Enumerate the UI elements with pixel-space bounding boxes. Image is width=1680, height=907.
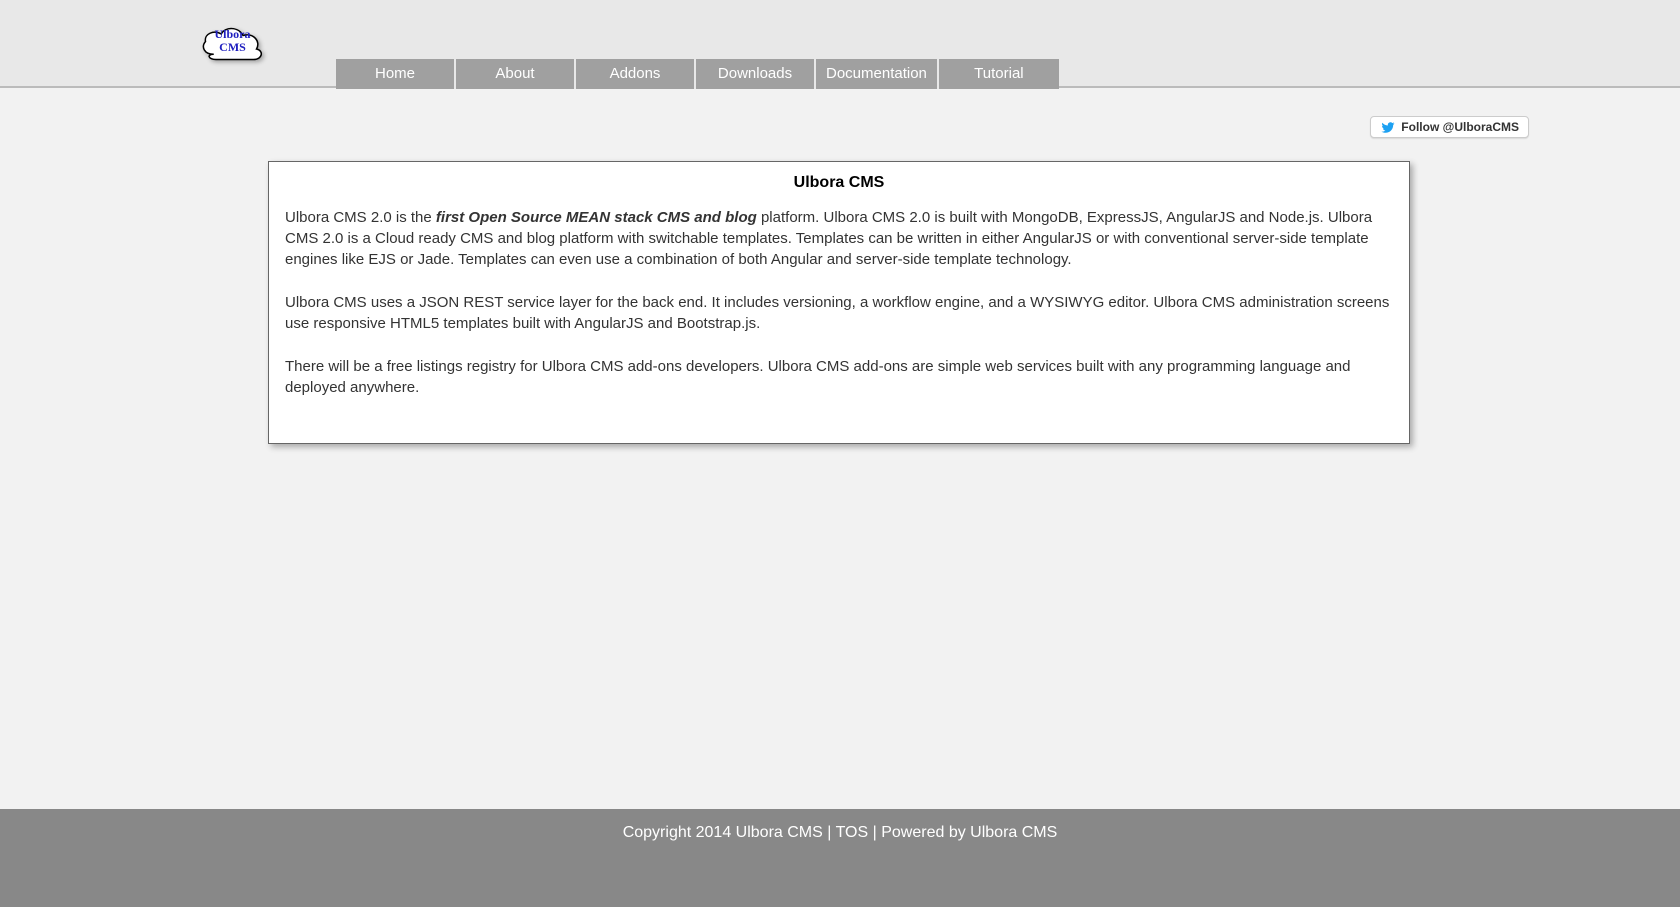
footer: Copyright 2014 Ulbora CMS | TOS | Powere… (0, 809, 1680, 907)
content-panel: Ulbora CMS Ulbora CMS 2.0 is the first O… (268, 161, 1410, 444)
main-nav: Home About Addons Downloads Documentatio… (336, 59, 1059, 89)
content-paragraph-3: There will be a free listings registry f… (285, 356, 1393, 398)
social-follow: Follow @UlboraCMS (1370, 116, 1529, 139)
twitter-follow-button[interactable]: Follow @UlboraCMS (1370, 116, 1529, 138)
content-paragraph-2: Ulbora CMS uses a JSON REST service laye… (285, 292, 1393, 334)
twitter-icon (1380, 121, 1396, 134)
nav-tutorial[interactable]: Tutorial (939, 59, 1059, 89)
nav-documentation[interactable]: Documentation (816, 59, 939, 89)
nav-addons[interactable]: Addons (576, 59, 696, 89)
content-title: Ulbora CMS (285, 174, 1393, 192)
twitter-follow-label: Follow @UlboraCMS (1401, 120, 1519, 134)
footer-powered-link[interactable]: Ulbora CMS (970, 824, 1057, 841)
footer-powered-pre: Powered by (881, 824, 970, 841)
nav-about[interactable]: About (456, 59, 576, 89)
logo-text: Ulbora CMS (215, 28, 251, 54)
header: Ulbora CMS Home About Addons Downloads D… (0, 0, 1680, 88)
logo[interactable]: Ulbora CMS (195, 18, 270, 68)
content-paragraph-1: Ulbora CMS 2.0 is the first Open Source … (285, 207, 1393, 270)
footer-tos-link[interactable]: TOS (836, 824, 869, 841)
footer-copyright: Copyright 2014 Ulbora CMS (623, 824, 823, 841)
nav-home[interactable]: Home (336, 59, 456, 89)
nav-downloads[interactable]: Downloads (696, 59, 816, 89)
